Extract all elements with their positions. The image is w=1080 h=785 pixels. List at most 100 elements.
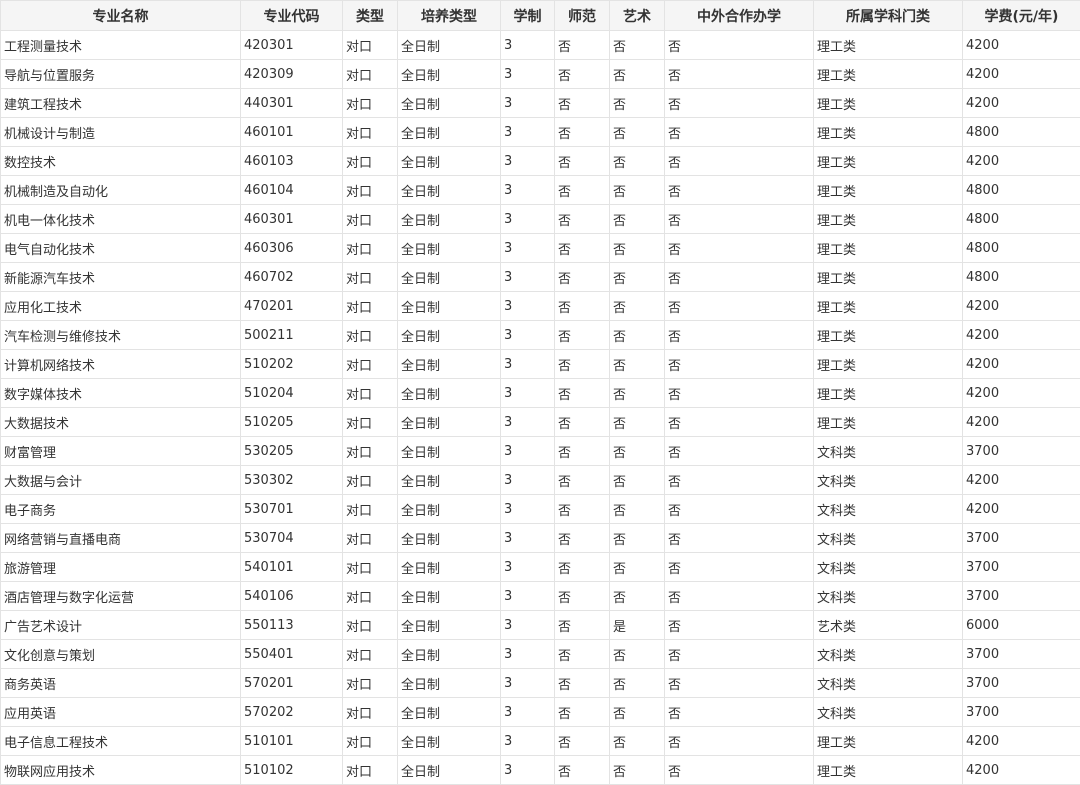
art-cell: 否 [610, 263, 665, 292]
tuition-cell: 4200 [963, 321, 1080, 350]
major-code-cell: 540101 [241, 553, 343, 582]
normal-cell: 否 [555, 669, 610, 698]
type-cell: 对口 [343, 89, 398, 118]
duration-cell: 3 [501, 176, 555, 205]
major-code-cell: 530205 [241, 437, 343, 466]
joint-program-cell: 否 [665, 611, 814, 640]
table-header: 专业名称 专业代码 类型 培养类型 学制 师范 艺术 中外合作办学 所属学科门类… [1, 1, 1080, 31]
joint-program-cell: 否 [665, 89, 814, 118]
major-code-cell: 420309 [241, 60, 343, 89]
art-cell: 否 [610, 698, 665, 727]
major-name-cell: 旅游管理 [1, 553, 241, 582]
normal-cell: 否 [555, 408, 610, 437]
major-name-cell: 计算机网络技术 [1, 350, 241, 379]
training-type-cell: 全日制 [398, 437, 501, 466]
major-name-cell: 电子商务 [1, 495, 241, 524]
type-cell: 对口 [343, 727, 398, 756]
discipline-cell: 文科类 [814, 524, 963, 553]
art-cell: 否 [610, 756, 665, 785]
joint-program-cell: 否 [665, 176, 814, 205]
duration-cell: 3 [501, 118, 555, 147]
tuition-cell: 4200 [963, 350, 1080, 379]
duration-cell: 3 [501, 698, 555, 727]
discipline-cell: 理工类 [814, 89, 963, 118]
tuition-cell: 4200 [963, 379, 1080, 408]
discipline-cell: 理工类 [814, 263, 963, 292]
normal-cell: 否 [555, 582, 610, 611]
major-code-cell: 510102 [241, 756, 343, 785]
discipline-cell: 理工类 [814, 408, 963, 437]
type-cell: 对口 [343, 495, 398, 524]
art-cell: 否 [610, 582, 665, 611]
table-row: 电子商务530701对口全日制3否否否文科类4200 [1, 495, 1080, 524]
art-cell: 是 [610, 611, 665, 640]
duration-cell: 3 [501, 321, 555, 350]
duration-cell: 3 [501, 640, 555, 669]
major-code-cell: 460104 [241, 176, 343, 205]
art-cell: 否 [610, 437, 665, 466]
normal-cell: 否 [555, 727, 610, 756]
training-type-cell: 全日制 [398, 611, 501, 640]
joint-program-cell: 否 [665, 466, 814, 495]
header-tuition: 学费(元/年) [963, 1, 1080, 31]
discipline-cell: 文科类 [814, 640, 963, 669]
tuition-cell: 3700 [963, 698, 1080, 727]
normal-cell: 否 [555, 553, 610, 582]
discipline-cell: 文科类 [814, 466, 963, 495]
major-name-cell: 机械设计与制造 [1, 118, 241, 147]
major-name-cell: 电子信息工程技术 [1, 727, 241, 756]
joint-program-cell: 否 [665, 582, 814, 611]
discipline-cell: 理工类 [814, 60, 963, 89]
duration-cell: 3 [501, 524, 555, 553]
discipline-cell: 文科类 [814, 582, 963, 611]
normal-cell: 否 [555, 263, 610, 292]
table-row: 汽车检测与维修技术500211对口全日制3否否否理工类4200 [1, 321, 1080, 350]
training-type-cell: 全日制 [398, 321, 501, 350]
major-code-cell: 460101 [241, 118, 343, 147]
duration-cell: 3 [501, 379, 555, 408]
table-row: 数控技术460103对口全日制3否否否理工类4200 [1, 147, 1080, 176]
major-code-cell: 510204 [241, 379, 343, 408]
tuition-cell: 4800 [963, 118, 1080, 147]
table-row: 电气自动化技术460306对口全日制3否否否理工类4800 [1, 234, 1080, 263]
major-code-cell: 550401 [241, 640, 343, 669]
joint-program-cell: 否 [665, 118, 814, 147]
discipline-cell: 理工类 [814, 321, 963, 350]
table-row: 应用英语570202对口全日制3否否否文科类3700 [1, 698, 1080, 727]
table-row: 数字媒体技术510204对口全日制3否否否理工类4200 [1, 379, 1080, 408]
discipline-cell: 理工类 [814, 727, 963, 756]
art-cell: 否 [610, 176, 665, 205]
header-major-code: 专业代码 [241, 1, 343, 31]
major-code-cell: 550113 [241, 611, 343, 640]
joint-program-cell: 否 [665, 292, 814, 321]
discipline-cell: 理工类 [814, 234, 963, 263]
normal-cell: 否 [555, 176, 610, 205]
type-cell: 对口 [343, 234, 398, 263]
major-code-cell: 510202 [241, 350, 343, 379]
joint-program-cell: 否 [665, 205, 814, 234]
training-type-cell: 全日制 [398, 553, 501, 582]
major-name-cell: 物联网应用技术 [1, 756, 241, 785]
joint-program-cell: 否 [665, 263, 814, 292]
normal-cell: 否 [555, 379, 610, 408]
normal-cell: 否 [555, 234, 610, 263]
art-cell: 否 [610, 408, 665, 437]
joint-program-cell: 否 [665, 553, 814, 582]
discipline-cell: 理工类 [814, 118, 963, 147]
normal-cell: 否 [555, 118, 610, 147]
major-code-cell: 470201 [241, 292, 343, 321]
art-cell: 否 [610, 147, 665, 176]
major-code-cell: 540106 [241, 582, 343, 611]
duration-cell: 3 [501, 495, 555, 524]
major-code-cell: 570201 [241, 669, 343, 698]
normal-cell: 否 [555, 756, 610, 785]
table-row: 工程测量技术420301对口全日制3否否否理工类4200 [1, 31, 1080, 60]
table-row: 财富管理530205对口全日制3否否否文科类3700 [1, 437, 1080, 466]
art-cell: 否 [610, 640, 665, 669]
joint-program-cell: 否 [665, 669, 814, 698]
major-code-cell: 420301 [241, 31, 343, 60]
tuition-cell: 4200 [963, 89, 1080, 118]
art-cell: 否 [610, 234, 665, 263]
type-cell: 对口 [343, 698, 398, 727]
major-code-cell: 510101 [241, 727, 343, 756]
